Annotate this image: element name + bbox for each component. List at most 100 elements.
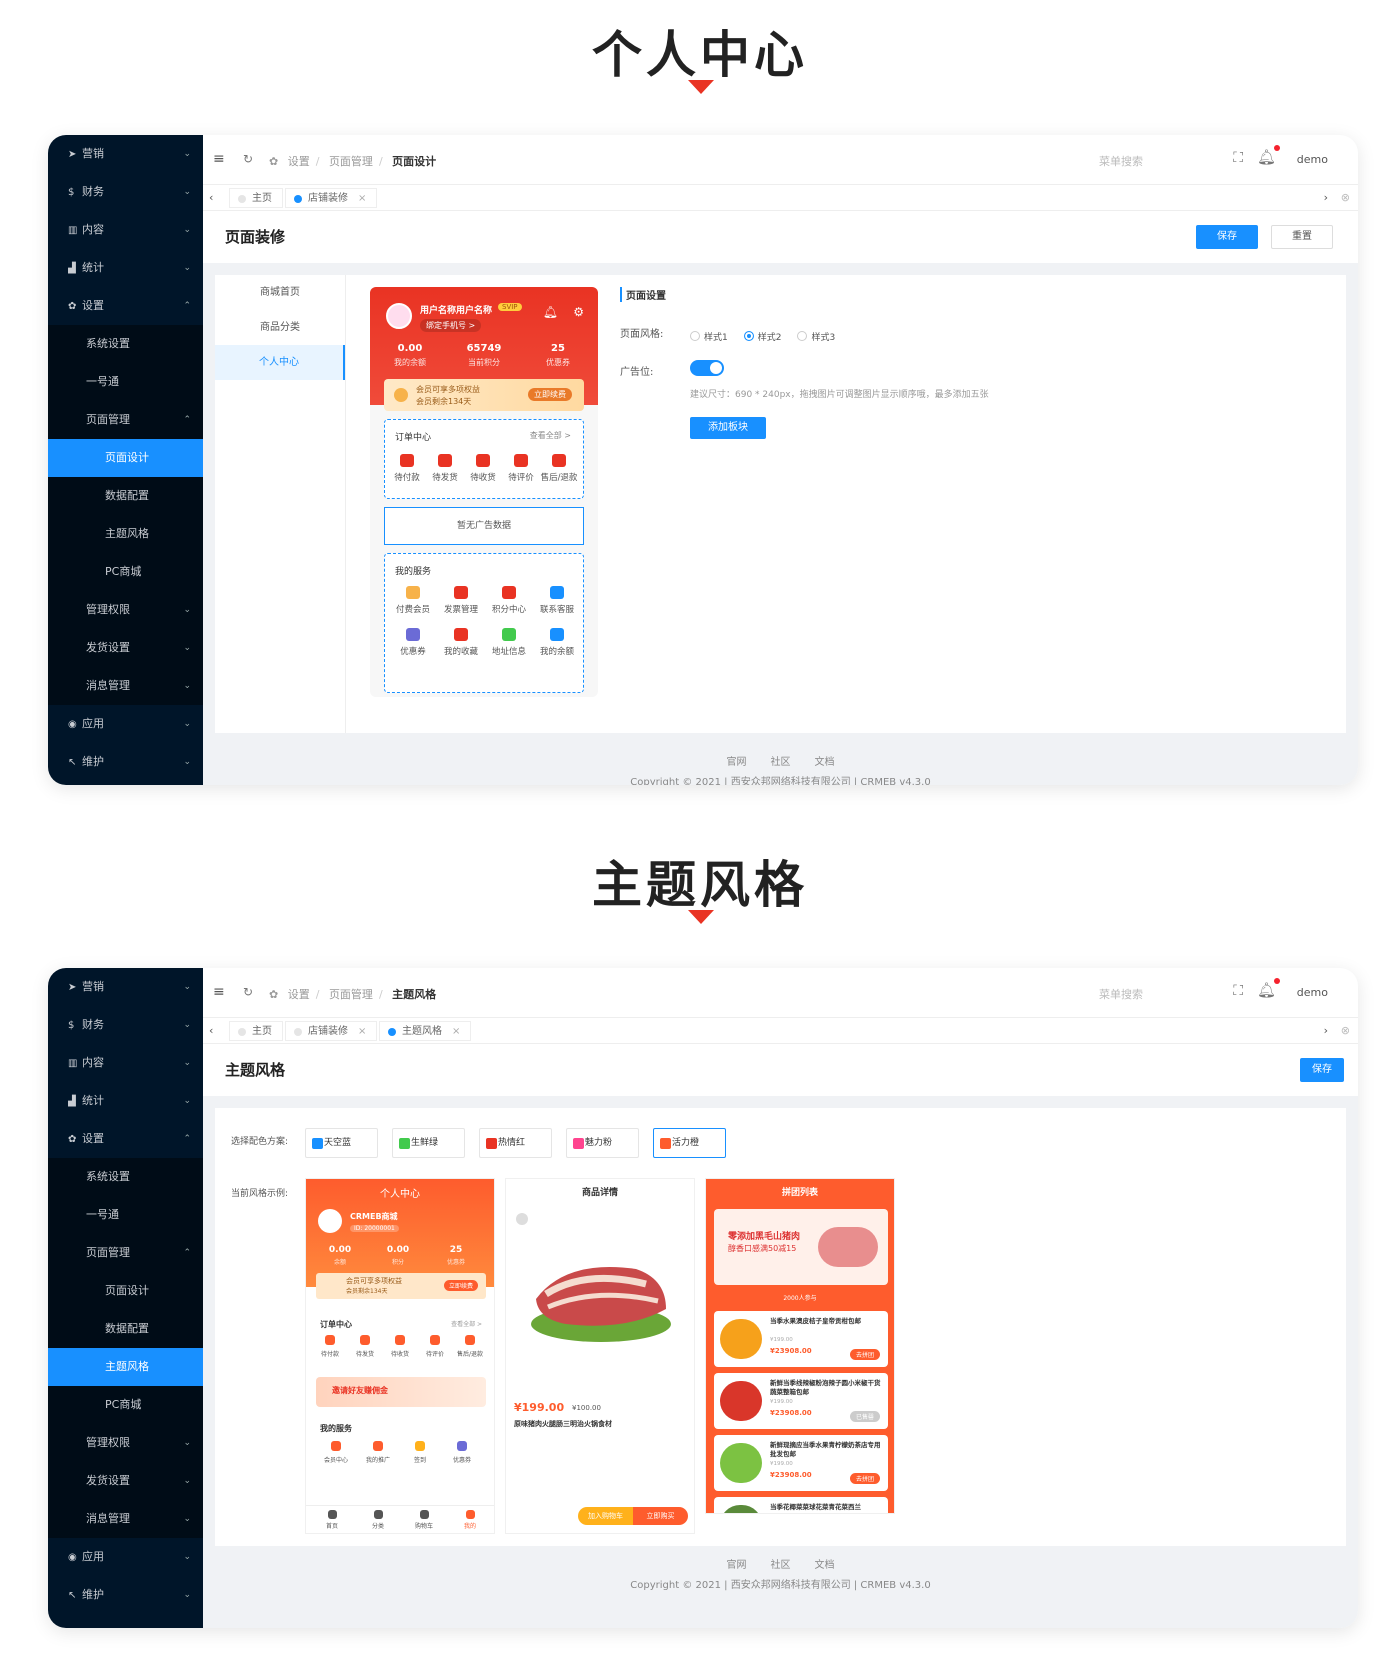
scheme-option[interactable]: 天空蓝 xyxy=(305,1128,378,1158)
sidebar-item-3[interactable]: ▟ 统计 ⌄ xyxy=(48,1082,203,1120)
footer-link[interactable]: 官网 xyxy=(727,757,747,768)
sidebar-item-15[interactable]: ◉ 应用 ⌄ xyxy=(48,1538,203,1576)
menu-icon[interactable]: ≡ xyxy=(213,984,225,1000)
bell-icon[interactable]: 🔔︎ xyxy=(1257,981,1276,999)
group-button[interactable]: 去拼团 xyxy=(849,1349,880,1360)
menu-search-input[interactable]: 菜单搜索 xyxy=(1099,986,1143,1002)
group-item[interactable]: 当季水果澳皮桔子皇帝贡柑包邮 ¥199.00 ¥23908.00 去拼团 xyxy=(714,1311,888,1367)
sidebar-item-16[interactable]: ↖ 维护 ⌄ xyxy=(48,1576,203,1614)
leftnav-item[interactable]: 商城首页 xyxy=(215,275,345,310)
ad-placeholder[interactable]: 暂无广告数据 xyxy=(384,507,584,545)
user-name[interactable]: demo xyxy=(1297,986,1328,999)
sidebar-item-11[interactable]: PC商城 xyxy=(48,1386,203,1424)
sidebar-item-10[interactable]: 主题风格 xyxy=(48,515,203,553)
renew-button[interactable]: 立即续费 xyxy=(443,1280,478,1291)
leftnav-item[interactable]: 商品分类 xyxy=(215,310,345,345)
tab-home[interactable]: 主页 xyxy=(229,1021,283,1041)
sidebar-item-9[interactable]: 数据配置 xyxy=(48,1310,203,1348)
service-item[interactable]: 我的余额 xyxy=(533,628,581,657)
tabbar-item[interactable]: 首页 xyxy=(312,1510,352,1530)
group-button[interactable]: 去拼团 xyxy=(849,1473,880,1484)
ad-toggle[interactable] xyxy=(690,360,724,376)
sidebar-item-4[interactable]: ✿ 设置 ⌃ xyxy=(48,1120,203,1158)
service-item[interactable]: 优惠券 xyxy=(442,1441,482,1464)
sidebar-item-10[interactable]: 主题风格 xyxy=(48,1348,203,1386)
scheme-option[interactable]: 活力橙 xyxy=(653,1128,726,1158)
tab-shop-decor[interactable]: 店铺装修 × xyxy=(285,188,378,208)
sidebar-item-2[interactable]: ▥ 内容 ⌄ xyxy=(48,1044,203,1082)
sidebar-item-6[interactable]: 一号通 xyxy=(48,363,203,401)
sidebar-item-14[interactable]: 消息管理 ⌄ xyxy=(48,1500,203,1538)
close-circle-icon[interactable]: ⊗ xyxy=(1341,191,1350,204)
sidebar-item-13[interactable]: 发货设置 ⌄ xyxy=(48,1462,203,1500)
renew-button[interactable]: 立即续费 xyxy=(528,388,572,401)
scheme-option[interactable]: 生鲜绿 xyxy=(392,1128,465,1158)
sidebar-item-14[interactable]: 消息管理 ⌄ xyxy=(48,667,203,705)
sidebar-item-2[interactable]: ▥ 内容 ⌄ xyxy=(48,211,203,249)
footer-link[interactable]: 文档 xyxy=(815,757,835,768)
sidebar-item-5[interactable]: 系统设置 xyxy=(48,325,203,363)
service-item[interactable]: 地址信息 xyxy=(485,628,533,657)
sidebar-item-6[interactable]: 一号通 xyxy=(48,1196,203,1234)
save-button[interactable]: 保存 xyxy=(1196,225,1258,249)
service-item[interactable]: 积分中心 xyxy=(485,586,533,615)
back-icon[interactable] xyxy=(516,1213,528,1225)
footer-link[interactable]: 官网 xyxy=(727,1560,747,1571)
service-item[interactable]: 会员中心 xyxy=(316,1441,356,1464)
menu-search-input[interactable]: 菜单搜索 xyxy=(1099,153,1143,169)
service-item[interactable]: 发票管理 xyxy=(437,586,485,615)
crumb-page-manage[interactable]: 页面管理 xyxy=(329,988,373,1001)
crumb-settings[interactable]: 设置 xyxy=(288,988,310,1001)
order-item[interactable]: 待发货 xyxy=(347,1335,383,1358)
group-item[interactable]: 当季花椰菜菜球花菜青花菜西兰 xyxy=(714,1497,888,1513)
sidebar-item-12[interactable]: 管理权限 ⌄ xyxy=(48,1424,203,1462)
tab-home[interactable]: 主页 xyxy=(229,188,283,208)
sidebar-item-5[interactable]: 系统设置 xyxy=(48,1158,203,1196)
buy-now-button[interactable]: 立即购买 xyxy=(633,1507,688,1525)
chevron-left-icon[interactable]: ‹ xyxy=(209,1024,213,1037)
gear-icon[interactable]: ⚙ xyxy=(573,305,584,319)
scheme-option[interactable]: 热情红 xyxy=(479,1128,552,1158)
crumb-settings[interactable]: 设置 xyxy=(288,155,310,168)
refresh-icon[interactable]: ↻ xyxy=(243,985,253,999)
scheme-option[interactable]: 魅力粉 xyxy=(566,1128,639,1158)
tabbar-item[interactable]: 分类 xyxy=(358,1510,398,1530)
sidebar-item-1[interactable]: $ 财务 ⌄ xyxy=(48,1006,203,1044)
service-item[interactable]: 联系客服 xyxy=(533,586,581,615)
service-item[interactable]: 签到 xyxy=(400,1441,440,1464)
chevron-right-icon[interactable]: › xyxy=(1324,1024,1328,1037)
bell-icon[interactable]: 🔔︎ xyxy=(1257,148,1276,166)
refresh-icon[interactable]: ↻ xyxy=(243,152,253,166)
sidebar-item-7[interactable]: 页面管理 ⌃ xyxy=(48,401,203,439)
tabbar-item[interactable]: 我的 xyxy=(450,1510,490,1530)
order-item[interactable]: 售后/退款 xyxy=(537,454,581,483)
order-item[interactable]: 待评价 xyxy=(417,1335,453,1358)
service-item[interactable]: 优惠券 xyxy=(389,628,437,657)
order-item[interactable]: 待付款 xyxy=(312,1335,348,1358)
group-item[interactable]: 新鲜当季线辣椒粉泡辣子圆小米椒干货蔬菜整箱包邮 ¥199.00 ¥23908.00 已… xyxy=(714,1373,888,1429)
service-item[interactable]: 我的推广 xyxy=(358,1441,398,1464)
sidebar-item-16[interactable]: ↖ 维护 ⌄ xyxy=(48,743,203,781)
view-all-link[interactable]: 查看全部 > xyxy=(451,1319,482,1328)
view-all-link[interactable]: 查看全部 > xyxy=(530,430,571,441)
chevron-right-icon[interactable]: › xyxy=(1324,191,1328,204)
sidebar-item-9[interactable]: 数据配置 xyxy=(48,477,203,515)
group-button[interactable]: 已售罄 xyxy=(849,1411,880,1422)
invite-banner[interactable]: 邀请好友赚佣金 xyxy=(316,1377,486,1407)
group-item[interactable]: 新鲜现摘应当季水果青柠檬奶茶店专用批发包邮 ¥199.00 ¥23908.00 去拼团 xyxy=(714,1435,888,1491)
sidebar-item-0[interactable]: ➤ 营销 ⌄ xyxy=(48,135,203,173)
style-radio[interactable]: 样式1 xyxy=(690,330,728,343)
chevron-left-icon[interactable]: ‹ xyxy=(209,191,213,204)
order-item[interactable]: 售后/退款 xyxy=(452,1335,488,1358)
sidebar-item-1[interactable]: $ 财务 ⌄ xyxy=(48,173,203,211)
tab-shop-decor[interactable]: 店铺装修 × xyxy=(285,1021,378,1041)
menu-icon[interactable]: ≡ xyxy=(213,151,225,167)
style-radio[interactable]: 样式3 xyxy=(797,330,835,343)
sidebar-item-11[interactable]: PC商城 xyxy=(48,553,203,591)
sidebar-item-7[interactable]: 页面管理 ⌃ xyxy=(48,1234,203,1272)
service-item[interactable]: 我的收藏 xyxy=(437,628,485,657)
sidebar-item-13[interactable]: 发货设置 ⌄ xyxy=(48,629,203,667)
close-circle-icon[interactable]: ⊗ xyxy=(1341,1024,1350,1037)
add-to-cart-button[interactable]: 加入购物车 xyxy=(578,1507,633,1525)
footer-link[interactable]: 社区 xyxy=(771,1560,791,1571)
